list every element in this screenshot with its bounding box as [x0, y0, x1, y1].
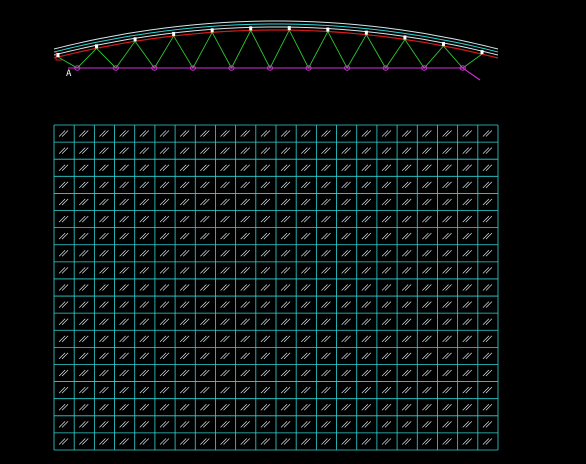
roof-plan-grid — [53, 124, 499, 451]
top-joint-marker — [249, 26, 253, 31]
top-joint-marker — [326, 27, 330, 32]
cad-canvas[interactable]: A — [0, 0, 586, 464]
roof-truss-elevation: A — [53, 20, 499, 81]
bottom-chord — [68, 67, 481, 81]
roof-sheet-outer-line — [53, 20, 499, 50]
top-joint-marker — [172, 31, 176, 36]
support-label: A — [66, 69, 72, 79]
top-joint-marker — [56, 53, 60, 58]
top-joint-marker — [95, 44, 99, 49]
purlin-line — [53, 26, 499, 56]
top-joint-marker — [441, 41, 445, 46]
cell-hatch-marks — [58, 130, 493, 445]
roof-sheet-line — [53, 23, 499, 53]
cad-drawing-area[interactable]: A — [0, 0, 586, 464]
top-joint-marker — [133, 37, 137, 42]
top-joint-marker — [480, 50, 484, 55]
top-joint-marker — [403, 35, 407, 40]
top-joint-marker — [287, 26, 291, 31]
top-joint-marker — [364, 30, 368, 35]
top-joint-marker — [210, 28, 214, 33]
grid-lines — [53, 124, 499, 451]
